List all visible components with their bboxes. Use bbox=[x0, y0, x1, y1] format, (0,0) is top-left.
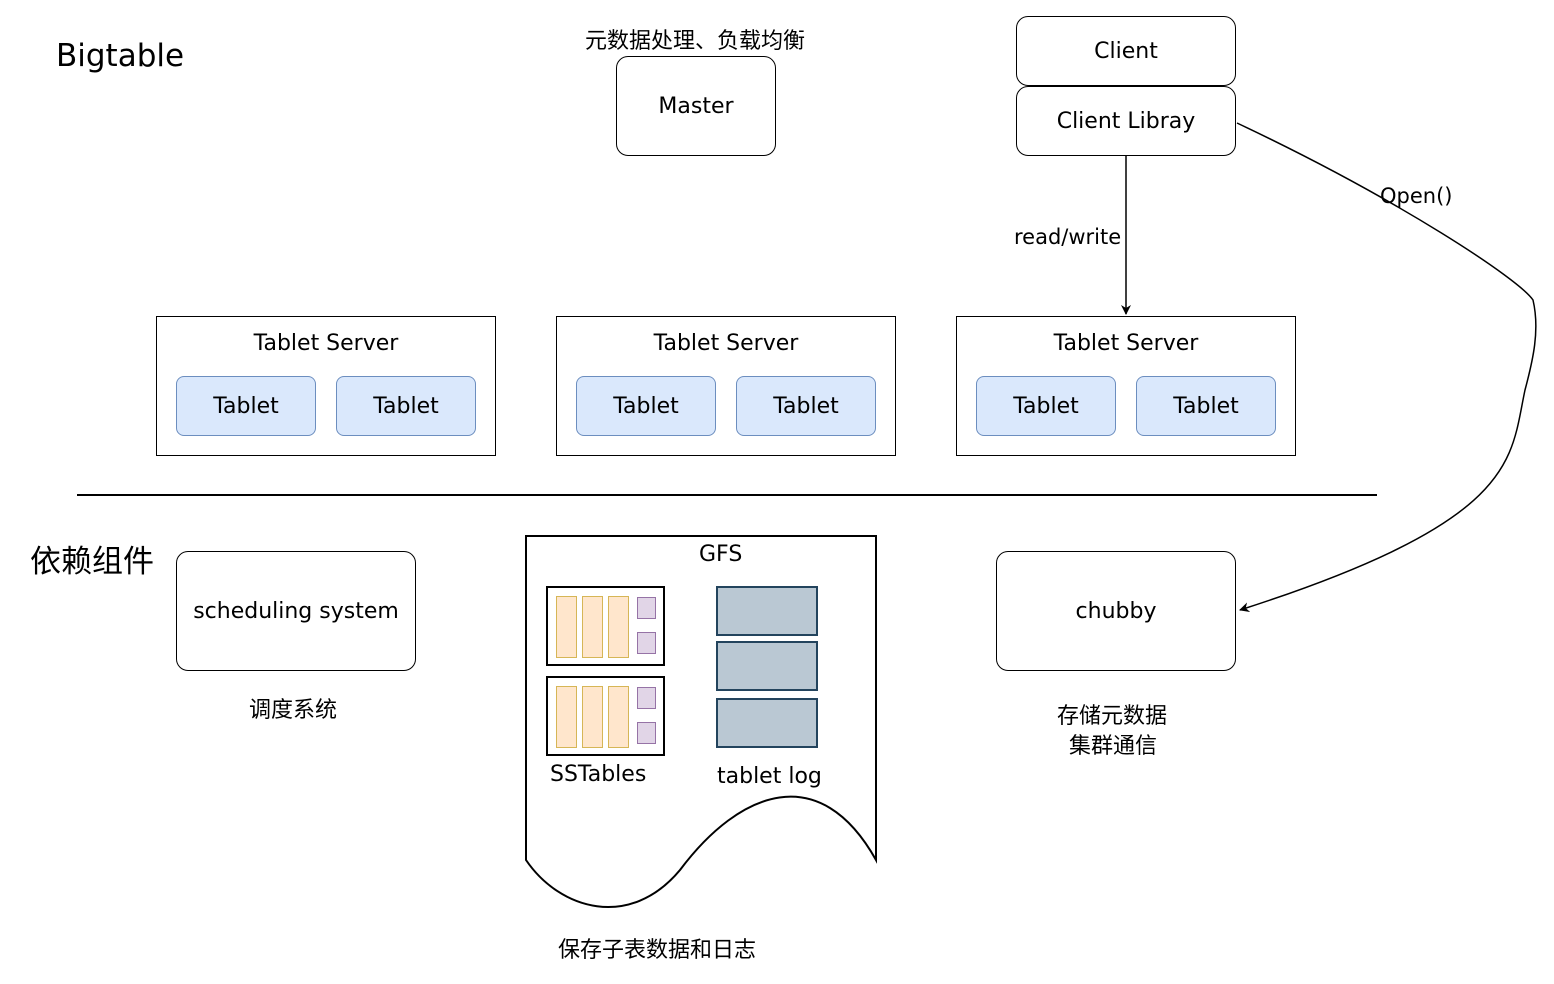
tablet-server-label: Tablet Server bbox=[253, 331, 399, 356]
client-label: Client bbox=[1094, 38, 1158, 64]
tablet-log-label: tablet log bbox=[717, 764, 822, 789]
sstable-block bbox=[608, 686, 629, 748]
sstable bbox=[546, 676, 665, 756]
sstable-index bbox=[637, 722, 656, 744]
sstable-index bbox=[637, 687, 656, 709]
sstable-index bbox=[637, 597, 656, 619]
dependencies-title: 依赖组件 bbox=[30, 544, 154, 580]
scheduling-system-label: scheduling system bbox=[193, 598, 399, 624]
tablet-server-label: Tablet Server bbox=[653, 331, 799, 356]
client-library-label: Client Libray bbox=[1056, 108, 1196, 134]
scheduling-system-node[interactable]: scheduling system bbox=[176, 551, 416, 671]
read-write-label: read/write bbox=[1014, 225, 1122, 249]
tablet-label: Tablet bbox=[373, 393, 439, 419]
tablet-server-1[interactable]: Tablet Server Tablet Tablet bbox=[156, 316, 496, 456]
tablet-label: Tablet bbox=[773, 393, 839, 419]
client-node[interactable]: Client bbox=[1016, 16, 1236, 86]
tablet-server-3[interactable]: Tablet Server Tablet Tablet bbox=[956, 316, 1296, 456]
sstable-block bbox=[556, 686, 577, 748]
master-node[interactable]: Master bbox=[616, 56, 776, 156]
sstable-block bbox=[582, 686, 603, 748]
gfs-note: 保存子表数据和日志 bbox=[558, 938, 757, 963]
chubby-node[interactable]: chubby bbox=[996, 551, 1236, 671]
gfs-label: GFS bbox=[699, 542, 743, 567]
tablet[interactable]: Tablet bbox=[576, 376, 716, 436]
tablet-label: Tablet bbox=[213, 393, 279, 419]
tablet[interactable]: Tablet bbox=[336, 376, 476, 436]
sstable-block bbox=[608, 596, 629, 658]
tablet[interactable]: Tablet bbox=[1136, 376, 1276, 436]
chubby-note-line1: 存储元数据 bbox=[1057, 704, 1168, 729]
connectors bbox=[77, 122, 1537, 908]
scheduling-note: 调度系统 bbox=[249, 698, 338, 723]
tablet-log-block bbox=[716, 698, 818, 748]
sstable-block bbox=[556, 596, 577, 658]
sstable bbox=[546, 586, 665, 666]
sstable-index bbox=[637, 632, 656, 654]
architecture-diagram: Bigtable 元数据处理、负载均衡 Master Client Client… bbox=[0, 0, 1554, 984]
tablet-label: Tablet bbox=[613, 393, 679, 419]
tablet-label: Tablet bbox=[1013, 393, 1079, 419]
master-label: Master bbox=[658, 93, 734, 119]
chubby-note-line2: 集群通信 bbox=[1069, 734, 1158, 759]
tablet[interactable]: Tablet bbox=[736, 376, 876, 436]
sstable-block bbox=[582, 596, 603, 658]
tablet[interactable]: Tablet bbox=[976, 376, 1116, 436]
tablet-server-2[interactable]: Tablet Server Tablet Tablet bbox=[556, 316, 896, 456]
tablet-label: Tablet bbox=[1173, 393, 1239, 419]
master-note: 元数据处理、负载均衡 bbox=[585, 29, 806, 54]
sstables-label: SSTables bbox=[550, 762, 647, 787]
chubby-label: chubby bbox=[1075, 598, 1157, 624]
client-library-node[interactable]: Client Libray bbox=[1016, 86, 1236, 156]
bigtable-title: Bigtable bbox=[56, 38, 185, 74]
tablet[interactable]: Tablet bbox=[176, 376, 316, 436]
tablet-log-block bbox=[716, 586, 818, 636]
tablet-server-label: Tablet Server bbox=[1053, 331, 1199, 356]
open-label: Open() bbox=[1380, 184, 1453, 208]
tablet-log-block bbox=[716, 641, 818, 691]
